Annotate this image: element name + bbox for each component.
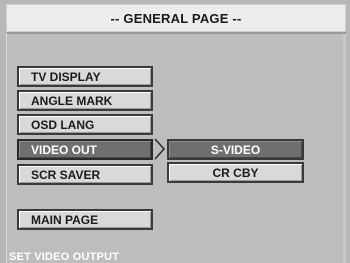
option-s-video[interactable]: S-VIDEO xyxy=(167,139,304,160)
status-text: SET VIDEO OUTPUT xyxy=(9,251,120,263)
settings-panel: TV DISPLAY ANGLE MARK OSD LANG VIDEO OUT… xyxy=(6,32,346,263)
menu-item-tv-display[interactable]: TV DISPLAY xyxy=(17,66,153,87)
osd-screen: -- GENERAL PAGE -- TV DISPLAY ANGLE MARK… xyxy=(0,0,350,263)
option-cr-cby[interactable]: CR CBY xyxy=(167,162,304,183)
menu-item-scr-saver[interactable]: SCR SAVER xyxy=(17,164,153,185)
menu-item-osd-lang[interactable]: OSD LANG xyxy=(17,114,153,135)
chevron-right-icon xyxy=(154,138,166,160)
page-title: -- GENERAL PAGE -- xyxy=(6,4,346,32)
menu-item-angle-mark[interactable]: ANGLE MARK xyxy=(17,90,153,111)
menu-item-video-out[interactable]: VIDEO OUT xyxy=(17,139,153,160)
main-page-button[interactable]: MAIN PAGE xyxy=(17,209,153,230)
